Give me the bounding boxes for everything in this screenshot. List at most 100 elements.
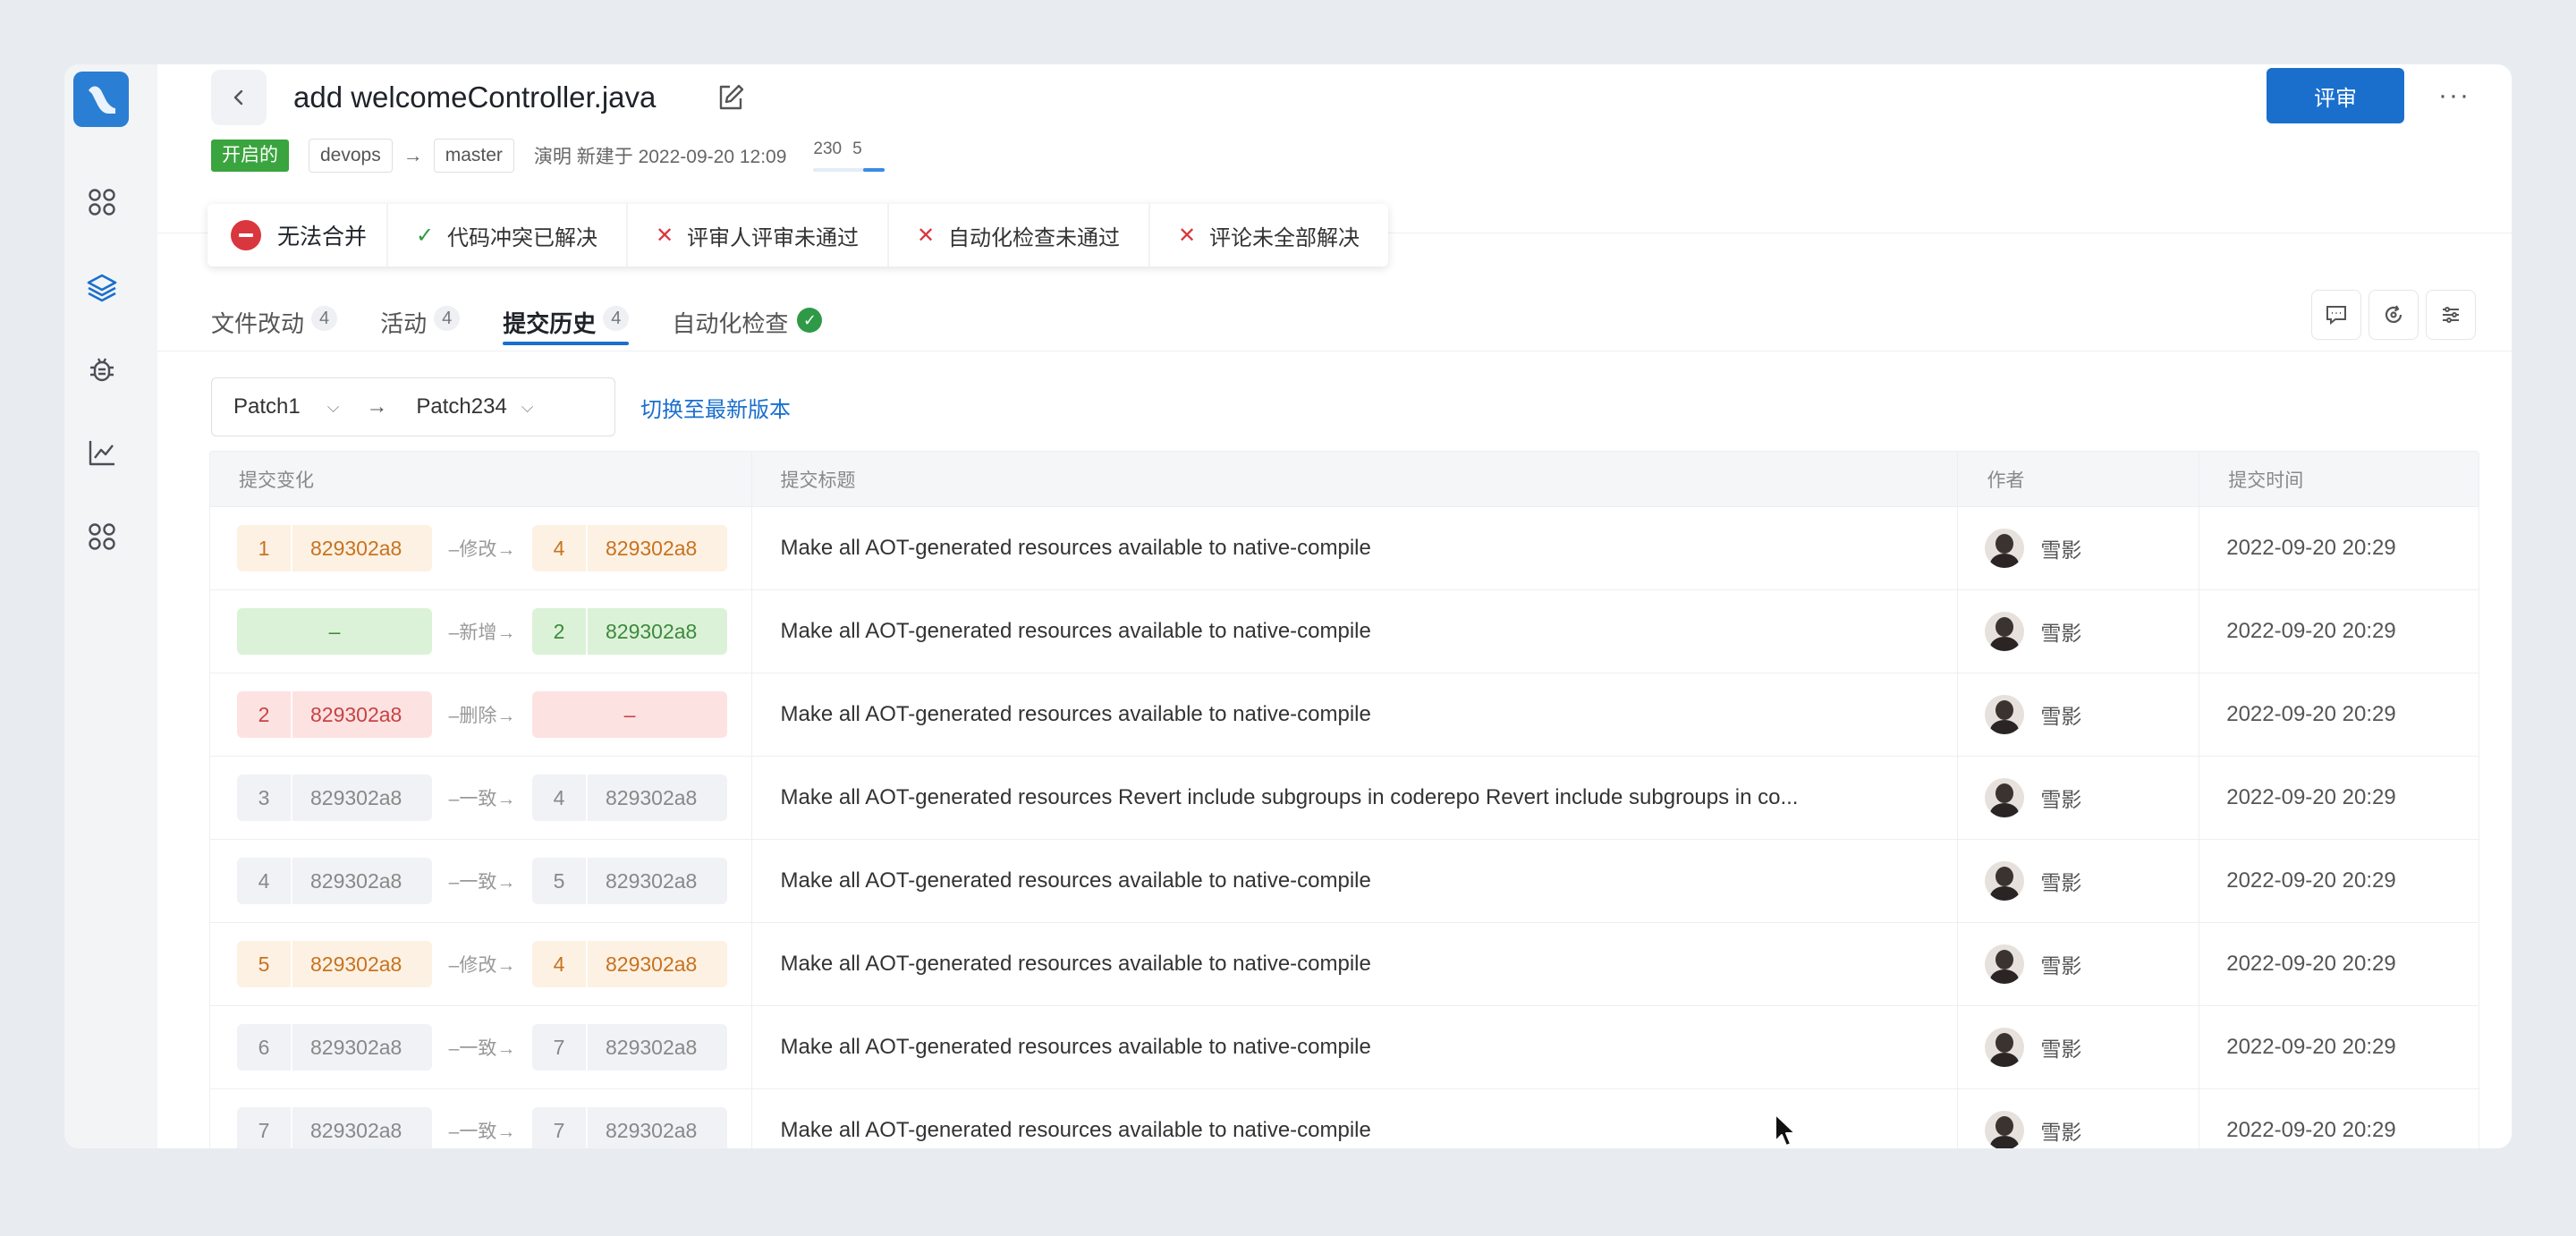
- patch-number: 7: [237, 1107, 292, 1148]
- old-commit-chip[interactable]: 1 829302a8: [237, 525, 432, 571]
- old-commit-chip[interactable]: 4 829302a8: [237, 858, 432, 904]
- patch-to[interactable]: Patch234: [416, 394, 506, 419]
- avatar: [1985, 695, 2025, 734]
- commit-time: 2022-09-20 20:29: [2226, 1118, 2396, 1142]
- change-type-label: –一致→: [432, 784, 532, 811]
- patch-from[interactable]: Patch1: [233, 394, 301, 419]
- change-type-text: 修改: [459, 955, 497, 976]
- old-commit-chip[interactable]: 2 829302a8: [237, 691, 432, 738]
- arrow-right-icon: →: [496, 622, 516, 643]
- dash-glyph: –: [448, 622, 460, 643]
- commit-time: 2022-09-20 20:29: [2226, 785, 2396, 809]
- tab-count: 4: [434, 306, 461, 331]
- target-branch[interactable]: master: [433, 139, 514, 173]
- diff-stat-bar: [813, 168, 886, 172]
- new-commit-chip[interactable]: –: [532, 691, 727, 738]
- patch-number: 4: [532, 941, 588, 987]
- patch-range-select[interactable]: Patch1 ⌵ → Patch234 ⌵: [211, 377, 615, 436]
- commit-hash: 829302a8: [606, 785, 698, 809]
- deletions-count: 5: [852, 140, 862, 158]
- table-header: 提交变化 提交标题 作者 提交时间: [210, 452, 2479, 507]
- arrow-right-icon: →: [366, 394, 388, 419]
- table-row[interactable]: 5 829302a8 –修改→ 4 829302a8 Make all AOT-gener…: [210, 923, 2479, 1006]
- chart-icon[interactable]: [80, 431, 123, 474]
- table-row[interactable]: 3 829302a8 –一致→ 4 829302a8 Make all AOT-gener…: [210, 757, 2479, 840]
- patch-number: 2: [237, 691, 292, 738]
- review-button[interactable]: 评审: [2267, 68, 2404, 123]
- diff-stat: 230 5: [813, 138, 886, 174]
- change-type-label: –删除→: [432, 701, 532, 728]
- tab-activity[interactable]: 活动 4: [380, 295, 461, 358]
- commit-title[interactable]: Make all AOT-generated resources availab…: [752, 923, 1959, 1005]
- old-commit-chip[interactable]: 3 829302a8: [237, 775, 432, 821]
- table-body: 1 829302a8 –修改→ 4 829302a8 Make all AOT-gener…: [210, 507, 2479, 1148]
- settings-button[interactable]: [2426, 290, 2476, 340]
- check-label: 自动化检查未通过: [948, 225, 1121, 250]
- new-commit-chip[interactable]: 7 829302a8: [532, 1107, 727, 1148]
- patch-number: 3: [237, 775, 292, 821]
- table-row[interactable]: 4 829302a8 –一致→ 5 829302a8 Make all AOT-gener…: [210, 840, 2479, 923]
- new-commit-chip[interactable]: 4 829302a8: [532, 775, 727, 821]
- commit-author: 雪影: [1958, 507, 2200, 589]
- commit-title[interactable]: Make all AOT-generated resources availab…: [752, 673, 1959, 756]
- old-commit-chip[interactable]: 7 829302a8: [237, 1107, 432, 1148]
- bug-icon[interactable]: [80, 349, 123, 392]
- commit-title[interactable]: Make all AOT-generated resources availab…: [752, 840, 1959, 922]
- old-commit-chip[interactable]: 6 829302a8: [237, 1024, 432, 1071]
- avatar: [1985, 612, 2025, 651]
- old-commit-chip[interactable]: –: [237, 608, 432, 655]
- check-comments[interactable]: ✕ 评论未全部解决: [1148, 204, 1388, 267]
- author-name: 雪影: [2040, 1037, 2082, 1061]
- switch-latest-link[interactable]: 切换至最新版本: [640, 392, 791, 423]
- table-row[interactable]: 2 829302a8 –删除→ – Make all AOT-generated res…: [210, 673, 2479, 757]
- apps-icon[interactable]: [80, 515, 123, 558]
- commit-title[interactable]: Make all AOT-generated resources availab…: [752, 1006, 1959, 1088]
- commit-change-cell: 3 829302a8 –一致→ 4 829302a8: [210, 757, 752, 839]
- commit-title[interactable]: Make all AOT-generated resources Revert …: [752, 757, 1959, 839]
- patch-number: 7: [532, 1024, 588, 1071]
- comment-button[interactable]: [2311, 290, 2361, 340]
- new-commit-chip[interactable]: 7 829302a8: [532, 1024, 727, 1071]
- table-row[interactable]: 7 829302a8 –一致→ 7 829302a8 Make all AOT-gener…: [210, 1089, 2479, 1148]
- table-row[interactable]: 1 829302a8 –修改→ 4 829302a8 Make all AOT-gener…: [210, 507, 2479, 590]
- commit-hash: 829302a8: [606, 952, 698, 976]
- logo[interactable]: [73, 72, 129, 127]
- commit-author: 雪影: [1958, 840, 2200, 922]
- new-commit-chip[interactable]: 2 829302a8: [532, 608, 727, 655]
- apps-icon[interactable]: [80, 181, 123, 224]
- back-button[interactable]: [211, 70, 267, 125]
- table-row[interactable]: – –新增→ 2 829302a8 Make all AOT-generated res…: [210, 590, 2479, 673]
- check-review[interactable]: ✕ 评审人评审未通过: [626, 204, 887, 267]
- table-row[interactable]: 6 829302a8 –一致→ 7 829302a8 Make all AOT-gener…: [210, 1006, 2479, 1089]
- commit-author: 雪影: [1958, 1089, 2200, 1148]
- check-automation[interactable]: ✕ 自动化检查未通过: [887, 204, 1148, 267]
- new-commit-chip[interactable]: 5 829302a8: [532, 858, 727, 904]
- dash-glyph: –: [448, 1122, 460, 1142]
- change-type-text: 一致: [459, 1038, 497, 1059]
- tab-automation-checks[interactable]: 自动化检查 ✓: [672, 295, 823, 358]
- layers-icon[interactable]: [80, 267, 123, 309]
- refresh-button[interactable]: [2368, 290, 2419, 340]
- commit-title[interactable]: Make all AOT-generated resources availab…: [752, 507, 1959, 589]
- more-menu-button[interactable]: ···: [2429, 73, 2479, 118]
- commit-title[interactable]: Make all AOT-generated resources availab…: [752, 590, 1959, 673]
- commit-hash: 829302a8: [606, 619, 698, 643]
- tab-commit-history[interactable]: 提交历史 4: [503, 295, 630, 358]
- source-branch[interactable]: devops: [309, 139, 393, 173]
- commit-hash: 829302a8: [310, 1118, 402, 1142]
- edit-icon[interactable]: [716, 82, 746, 113]
- patch-number: 4: [532, 775, 588, 821]
- new-commit-chip[interactable]: 4 829302a8: [532, 941, 727, 987]
- additions-count: 230: [813, 140, 843, 158]
- merge-check-bar: 无法合并 ✓ 代码冲突已解决 ✕ 评审人评审未通过 ✕ 自动化检查未通过 ✕ 评…: [208, 204, 1389, 267]
- commit-change-cell: 6 829302a8 –一致→ 7 829302a8: [210, 1006, 752, 1088]
- tab-file-changes[interactable]: 文件改动 4: [211, 295, 338, 358]
- check-conflicts[interactable]: ✓ 代码冲突已解决: [386, 204, 626, 267]
- blocked-icon: [231, 220, 261, 250]
- commit-change-cell: 5 829302a8 –修改→ 4 829302a8: [210, 923, 752, 1005]
- patch-number: 1: [237, 525, 292, 571]
- old-commit-chip[interactable]: 5 829302a8: [237, 941, 432, 987]
- change-type-label: –修改→: [432, 535, 532, 562]
- commit-change-cell: – –新增→ 2 829302a8: [210, 590, 752, 673]
- new-commit-chip[interactable]: 4 829302a8: [532, 525, 727, 571]
